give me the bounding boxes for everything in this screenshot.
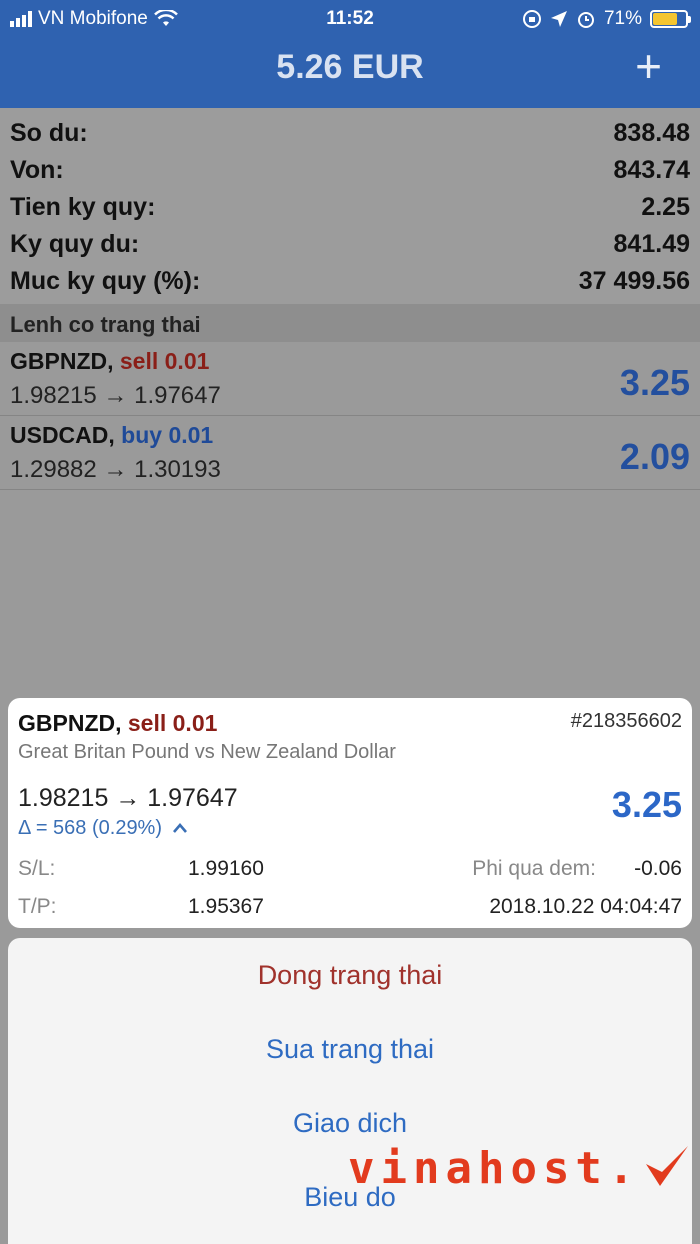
position-side: sell 0.01: [119, 348, 210, 374]
open-time: 2018.10.22 04:04:47: [489, 895, 682, 918]
sl-label: S/L:: [18, 857, 56, 880]
account-value: 37 499.56: [578, 267, 690, 295]
position-profit: 2.09: [619, 436, 690, 477]
plus-icon[interactable]: +: [635, 43, 662, 89]
tab-bar: [0, 1222, 700, 1244]
tp-label: T/P:: [18, 895, 57, 918]
position-symbol-line: GBPNZD, sell 0.01: [10, 348, 209, 375]
watermark: vinahost.: [348, 1138, 692, 1194]
account-label: Tien ky quy:: [10, 193, 156, 221]
detail-delta-text: Δ = 568 (0.29%): [18, 817, 163, 839]
position-symbol-line: USDCAD, buy 0.01: [10, 422, 213, 449]
position-symbol: GBPNZD,: [10, 348, 114, 374]
account-row-balance: So du: 838.48: [0, 112, 700, 149]
top-bar: VN Mobifone 11:52 71% 5.26 EUR +: [0, 0, 700, 108]
battery-percent: 71%: [603, 8, 642, 29]
close-position-button[interactable]: Dong trang thai: [8, 938, 692, 1012]
position-prices: 1.29882 → 1.30193: [10, 456, 221, 483]
battery-fill: [653, 13, 678, 25]
section-title: Lenh co trang thai: [10, 312, 201, 337]
watermark-text: vinahost.: [348, 1143, 641, 1194]
action-sheet: Dong trang thai Sua trang thai Giao dich…: [8, 938, 692, 1244]
account-value: 838.48: [613, 119, 690, 147]
position-row-gbpnzd[interactable]: GBPNZD, sell 0.01 1.98215 → 1.97647 3.25: [0, 342, 700, 416]
account-summary: So du: 838.48 Von: 843.74 Tien ky quy: 2…: [0, 108, 700, 304]
position-row-usdcad[interactable]: USDCAD, buy 0.01 1.29882 → 1.30193 2.09: [0, 416, 700, 490]
status-bar: VN Mobifone 11:52 71%: [0, 0, 700, 38]
account-row-free-margin: Ky quy du: 841.49: [0, 223, 700, 260]
positions-section-header: Lenh co trang thai: [0, 304, 700, 342]
account-value: 2.25: [641, 193, 690, 221]
position-prices: 1.98215 → 1.97647: [10, 382, 221, 409]
location-arrow-icon: [550, 11, 567, 27]
page-title: 5.26 EUR: [276, 48, 424, 86]
chevron-up-icon: [172, 823, 187, 833]
position-side: buy 0.01: [121, 422, 214, 448]
position-profit: 3.25: [619, 362, 690, 403]
modify-position-button[interactable]: Sua trang thai: [8, 1012, 692, 1086]
battery-icon: [650, 10, 691, 28]
orientation-lock-icon: [522, 10, 541, 28]
account-label: So du:: [10, 119, 88, 147]
position-detail-card: GBPNZD, sell 0.01 #218356602 Great Brita…: [8, 698, 692, 928]
detail-description: Great Britan Pound vs New Zealand Dollar: [18, 741, 396, 763]
detail-ticket: #218356602: [570, 710, 682, 732]
sl-value: 1.99160: [188, 857, 264, 880]
detail-profit: 3.25: [611, 784, 682, 825]
alarm-icon: [577, 12, 594, 28]
account-label: Von:: [10, 156, 64, 184]
account-value: 841.49: [613, 230, 690, 258]
swap-value: -0.06: [634, 857, 682, 880]
detail-symbol: GBPNZD,: [18, 710, 122, 736]
detail-symbol-line: GBPNZD, sell 0.01: [18, 710, 217, 737]
detail-prices: 1.98215 → 1.97647: [18, 784, 238, 812]
account-label: Ky quy du:: [10, 230, 140, 258]
detail-delta[interactable]: Δ = 568 (0.29%): [18, 817, 188, 840]
status-right: 71%: [522, 8, 691, 30]
position-symbol: USDCAD,: [10, 422, 115, 448]
account-row-equity: Von: 843.74: [0, 149, 700, 186]
account-row-margin: Tien ky quy: 2.25: [0, 186, 700, 223]
detail-side: sell 0.01: [127, 710, 218, 736]
account-value: 843.74: [613, 156, 690, 184]
checkmark-logo-icon: [646, 1146, 689, 1186]
swap-label: Phi qua dem:: [472, 857, 596, 880]
account-label: Muc ky quy (%):: [10, 267, 201, 295]
tp-value: 1.95367: [188, 895, 264, 918]
account-row-margin-level: Muc ky quy (%): 37 499.56: [0, 260, 700, 297]
